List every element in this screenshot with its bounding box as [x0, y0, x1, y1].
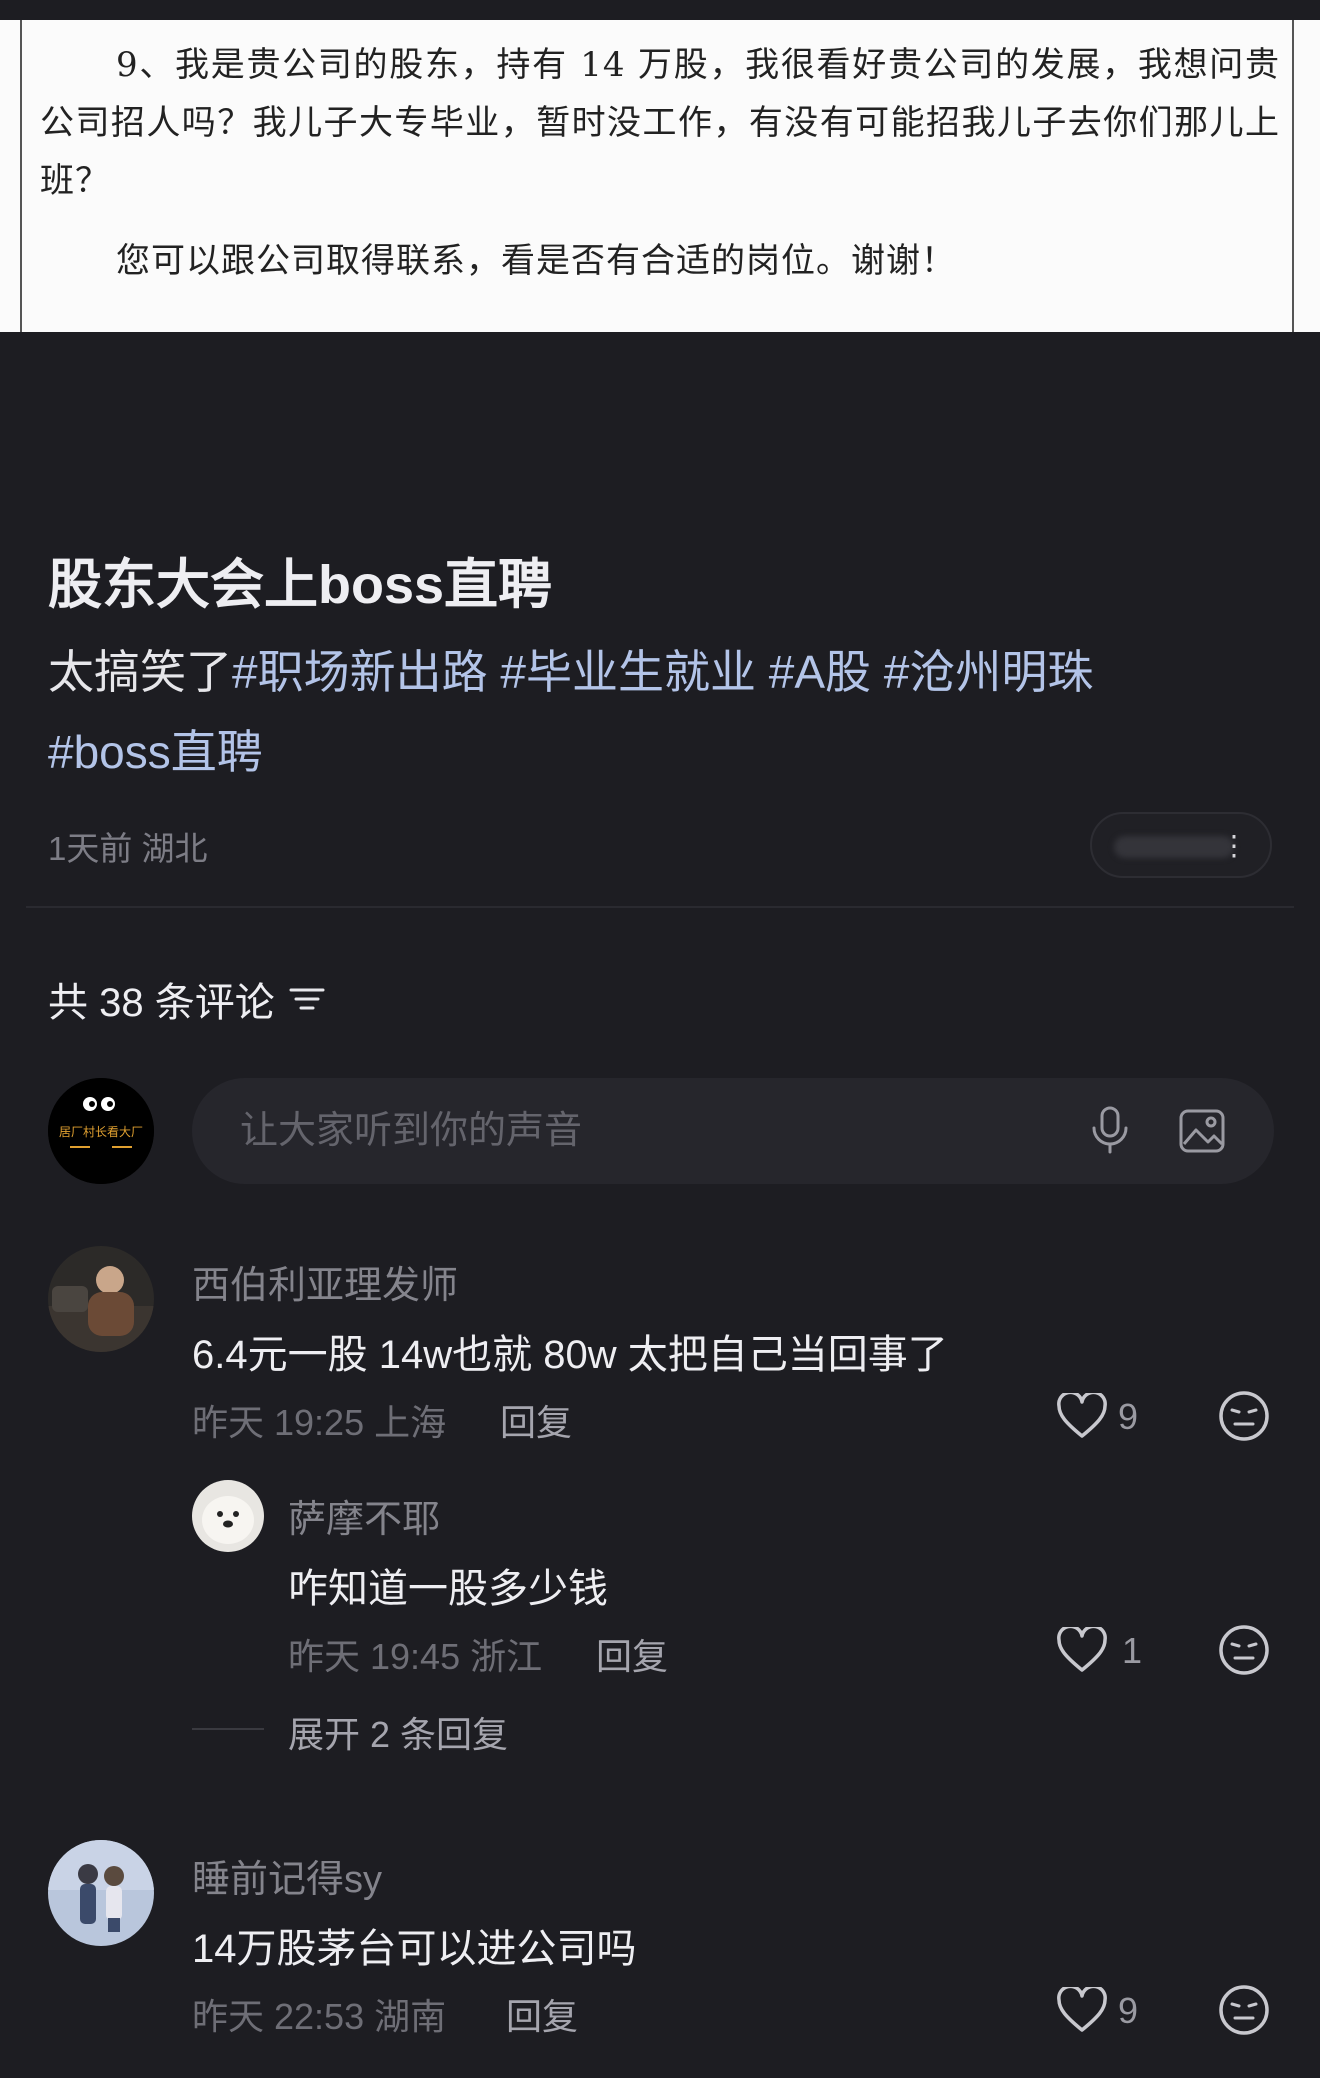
dislike-face-icon[interactable] — [1218, 1390, 1270, 1442]
heart-icon[interactable] — [1056, 1987, 1108, 2033]
like-count: 9 — [1118, 1990, 1139, 2031]
divider — [26, 906, 1294, 908]
image-upload-icon[interactable] — [1178, 1108, 1226, 1154]
share-blurred-label — [1114, 836, 1234, 858]
avatar-image — [48, 1840, 154, 1946]
reply-username[interactable]: 萨摩不耶 — [288, 1488, 440, 1543]
my-avatar-caption: 居厂村长看大厂 — [59, 1125, 143, 1139]
more-icon: ⋮ — [1220, 828, 1248, 862]
comment-username[interactable]: 睡前记得sy — [192, 1848, 382, 1903]
comment-meta: 昨天 19:25 上海 — [192, 1394, 446, 1446]
like-count: 1 — [1122, 1630, 1143, 1671]
my-avatar-image: 居厂村长看大厂 — [48, 1078, 154, 1184]
share-button[interactable]: ⋮ — [1090, 812, 1272, 878]
reply-location: 浙江 — [470, 1636, 543, 1677]
comments-count: 共 38 条评论 — [48, 981, 275, 1025]
avatar-image — [192, 1480, 264, 1552]
reply-time: 昨天 19:45 — [288, 1636, 461, 1677]
document-top-edge — [0, 0, 1320, 20]
avatar-image — [48, 1246, 154, 1352]
post-body-text: 太搞笑了 — [48, 646, 232, 698]
hashtag-5[interactable]: #boss直聘 — [48, 726, 263, 778]
post-location: 湖北 — [141, 830, 208, 867]
document-right-margin — [1296, 20, 1320, 332]
post-title: 股东大会上boss直聘 — [48, 555, 553, 615]
post-body: 太搞笑了#职场新出路 #毕业生就业 #A股 #沧州明珠 #boss直聘 — [48, 632, 1268, 792]
document-question: 9、我是贵公司的股东，持有 14 万股，我很看好贵公司的发展，我想问贵公司招人吗… — [40, 45, 1280, 201]
comment-time: 昨天 19:25 — [192, 1402, 365, 1443]
reply-avatar[interactable] — [192, 1480, 264, 1552]
reply-button[interactable]: 回复 — [506, 1988, 578, 2040]
dislike-face-icon[interactable] — [1218, 1984, 1270, 2036]
comment-avatar[interactable] — [48, 1840, 154, 1946]
document-text: 9、我是贵公司的股东，持有 14 万股，我很看好贵公司的发展，我想问贵公司招人吗… — [40, 20, 1280, 290]
hashtag-3[interactable]: #A股 — [769, 646, 871, 698]
post-time: 1天前 — [48, 830, 133, 867]
comment-time: 昨天 22:53 — [192, 1996, 365, 2037]
heart-icon[interactable] — [1056, 1393, 1108, 1439]
post-meta: 1天前 湖北 — [48, 822, 208, 870]
comment-location: 湖南 — [374, 1996, 447, 2037]
heart-icon[interactable] — [1056, 1627, 1108, 1673]
comments-header: 共 38 条评论 — [48, 970, 325, 1028]
hashtag-2[interactable]: #毕业生就业 — [500, 646, 756, 698]
dislike-face-icon[interactable] — [1218, 1624, 1270, 1676]
document-excerpt-image: 9、我是贵公司的股东，持有 14 万股，我很看好贵公司的发展，我想问贵公司招人吗… — [0, 0, 1320, 332]
like-count: 9 — [1118, 1396, 1139, 1437]
expand-replies-button[interactable]: 展开 2 条回复 — [288, 1706, 508, 1758]
reply-meta: 昨天 19:45 浙江 — [288, 1628, 542, 1680]
comment-text: 6.4元一股 14w也就 80w 太把自己当回事了 — [192, 1333, 948, 1377]
comment-username[interactable]: 西伯利亚理发师 — [192, 1254, 458, 1309]
comment-avatar[interactable] — [48, 1246, 154, 1352]
sort-filter-icon[interactable] — [289, 984, 325, 1014]
hashtag-1[interactable]: #职场新出路 — [232, 646, 488, 698]
reply-text: 咋知道一股多少钱 — [288, 1567, 608, 1611]
comment-meta: 昨天 22:53 湖南 — [192, 1988, 446, 2040]
comment-location: 上海 — [374, 1402, 447, 1443]
reply-button[interactable]: 回复 — [596, 1628, 668, 1680]
comment-input[interactable] — [240, 1078, 1060, 1184]
my-avatar[interactable]: 居厂村长看大厂 — [48, 1078, 154, 1184]
comment-text: 14万股茅台可以进公司吗 — [192, 1927, 637, 1971]
microphone-icon[interactable] — [1088, 1106, 1132, 1156]
comment-input-box[interactable] — [192, 1078, 1274, 1184]
hashtag-4[interactable]: #沧州明珠 — [884, 646, 1094, 698]
reply-button[interactable]: 回复 — [500, 1394, 572, 1446]
expand-divider — [192, 1728, 264, 1730]
document-answer: 您可以跟公司取得联系，看是否有合适的岗位。谢谢！ — [116, 241, 956, 281]
